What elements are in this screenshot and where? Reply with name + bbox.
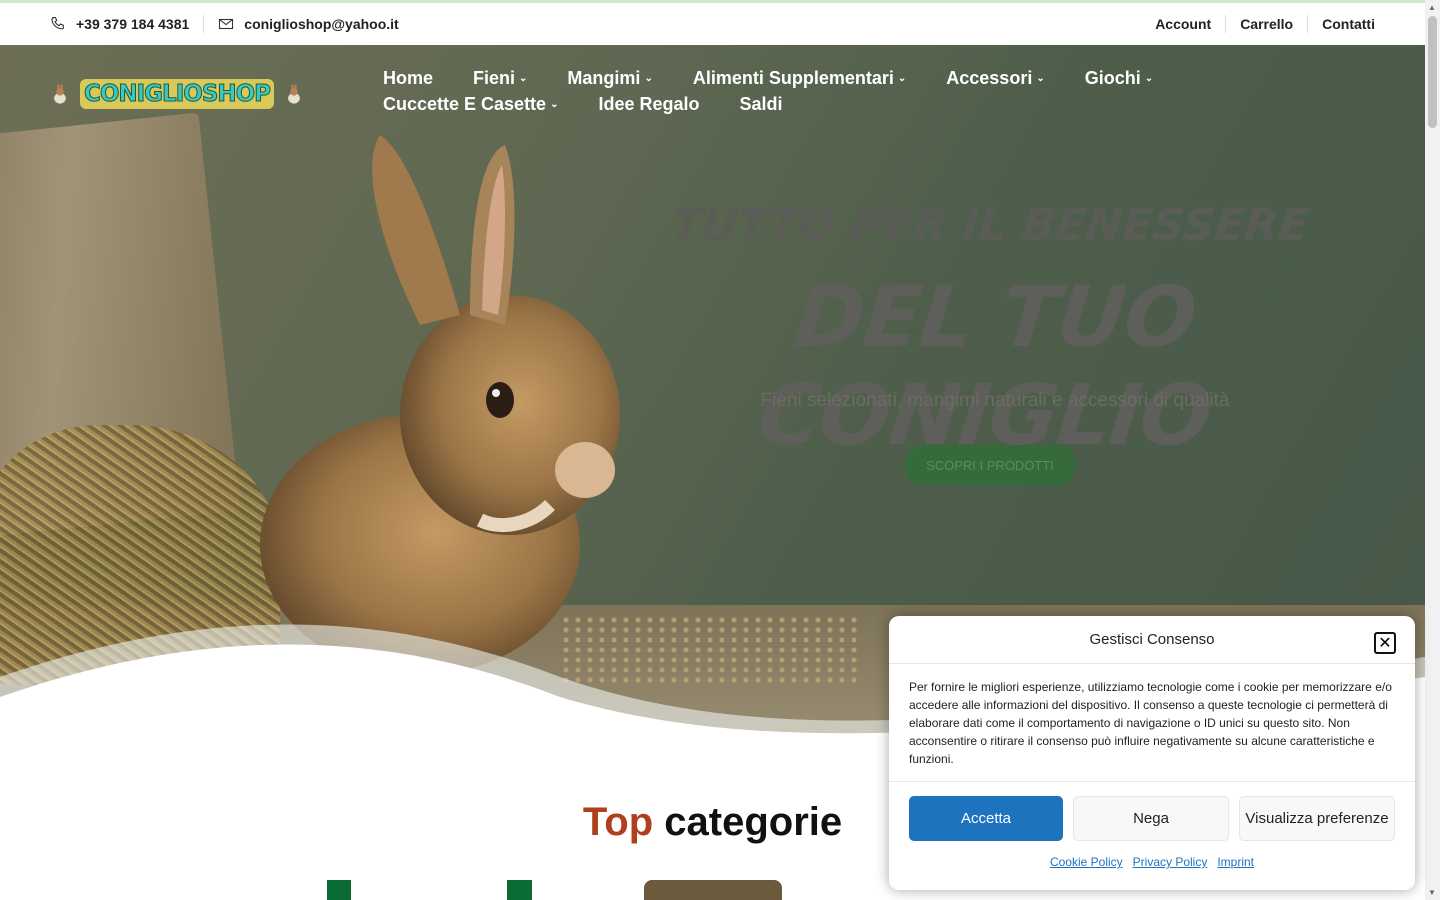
cart-link[interactable]: Carrello xyxy=(1240,16,1293,32)
consent-buttons: Accetta Nega Visualizza preferenze xyxy=(889,782,1415,841)
nav-item-idee-regalo[interactable]: Idee Regalo xyxy=(598,94,699,114)
bunny-icon xyxy=(54,84,66,104)
logo-text: CONIGLIOSHOP xyxy=(79,79,275,109)
section-title-accent: Top xyxy=(582,800,654,844)
divider xyxy=(1307,15,1309,33)
category-thumbnail[interactable] xyxy=(644,880,782,900)
scrollbar-thumb[interactable] xyxy=(1428,16,1437,128)
nav-label: Saldi xyxy=(739,93,783,114)
nav-label: Cuccette E Casette xyxy=(383,93,547,114)
view-preferences-button[interactable]: Visualizza preferenze xyxy=(1239,796,1395,841)
nav-label: Giochi xyxy=(1084,67,1141,88)
consent-header: Gestisci Consenso ✕ xyxy=(889,616,1415,664)
contacts-link[interactable]: Contatti xyxy=(1322,16,1375,32)
top-links: Account Carrello Contatti xyxy=(1155,15,1375,33)
accept-button[interactable]: Accetta xyxy=(909,796,1063,841)
cookie-consent-dialog: Gestisci Consenso ✕ Per fornire le migli… xyxy=(889,616,1415,890)
divider xyxy=(203,15,205,33)
email-contact[interactable]: coniglioshop@yahoo.it xyxy=(218,16,399,32)
hero-title-line2: DEL TUO CONIGLIO xyxy=(753,268,1216,464)
close-icon[interactable]: ✕ xyxy=(1374,632,1396,654)
account-link[interactable]: Account xyxy=(1155,16,1211,32)
site-logo[interactable]: CONIGLIOSHOP xyxy=(52,72,302,116)
section-title: Top categorie xyxy=(500,800,925,845)
nav-label: Idee Regalo xyxy=(598,93,700,114)
nav-item-alimenti-supplementari[interactable]: Alimenti Supplementari ⌄ xyxy=(693,68,906,88)
chevron-down-icon: ⌄ xyxy=(897,72,907,84)
deny-button[interactable]: Nega xyxy=(1073,796,1229,841)
divider xyxy=(1225,15,1227,33)
chevron-down-icon: ⌄ xyxy=(1144,72,1154,84)
nav-item-saldi[interactable]: Saldi xyxy=(740,94,783,114)
mail-icon xyxy=(219,18,234,30)
nav-label: Accessori xyxy=(946,67,1033,88)
category-thumbnail[interactable] xyxy=(327,880,532,900)
nav-label: Mangimi xyxy=(567,67,641,88)
imprint-link[interactable]: Imprint xyxy=(1217,855,1254,869)
nav-item-cuccette[interactable]: Cuccette E Casette ⌄ xyxy=(383,94,558,114)
privacy-policy-link[interactable]: Privacy Policy xyxy=(1133,855,1208,869)
email-address: coniglioshop@yahoo.it xyxy=(244,16,399,32)
page-scrollbar[interactable]: ▲ ▼ xyxy=(1425,0,1440,900)
cookie-policy-link[interactable]: Cookie Policy xyxy=(1050,855,1123,869)
phone-icon xyxy=(51,16,64,30)
nav-label: Alimenti Supplementari xyxy=(692,67,894,88)
consent-body: Per fornire le migliori esperienze, util… xyxy=(889,664,1415,782)
nav-item-mangimi[interactable]: Mangimi ⌄ xyxy=(567,68,652,88)
chevron-down-icon: ⌄ xyxy=(550,98,559,110)
scroll-down-icon[interactable]: ▼ xyxy=(1428,888,1436,897)
main-nav: Home Fieni ⌄ Mangimi ⌄ Alimenti Supplement… xyxy=(383,68,1383,114)
chevron-down-icon: ⌄ xyxy=(644,72,653,84)
nav-item-home[interactable]: Home xyxy=(383,68,433,88)
section-title-rest: categorie xyxy=(664,800,843,844)
bunny-icon xyxy=(288,84,300,104)
nav-item-giochi[interactable]: Giochi ⌄ xyxy=(1085,68,1153,88)
contact-info: +39 379 184 4381 coniglioshop@yahoo.it xyxy=(50,15,399,33)
nav-label: Home xyxy=(383,67,434,88)
hero-subtitle: Fieni selezionati, mangimi naturali e ac… xyxy=(760,390,1230,411)
nav-label: Fieni xyxy=(473,67,516,88)
discover-products-button[interactable]: SCOPRI I PRODOTTI xyxy=(904,445,1076,485)
consent-title: Gestisci Consenso xyxy=(1089,631,1215,648)
nav-item-accessori[interactable]: Accessori ⌄ xyxy=(946,68,1044,88)
rabbit-image xyxy=(260,135,620,675)
phone-contact[interactable]: +39 379 184 4381 xyxy=(50,16,189,32)
chevron-down-icon: ⌄ xyxy=(519,72,528,84)
consent-links: Cookie Policy Privacy Policy Imprint xyxy=(889,855,1415,869)
nav-item-fieni[interactable]: Fieni ⌄ xyxy=(473,68,527,88)
top-bar: +39 379 184 4381 coniglioshop@yahoo.it A… xyxy=(0,0,1425,45)
scroll-up-icon[interactable]: ▲ xyxy=(1428,3,1436,12)
phone-number: +39 379 184 4381 xyxy=(76,16,190,32)
chevron-down-icon: ⌄ xyxy=(1036,72,1045,84)
hero-title-line1: TUTTO PER IL BENESSERE xyxy=(668,200,1312,251)
